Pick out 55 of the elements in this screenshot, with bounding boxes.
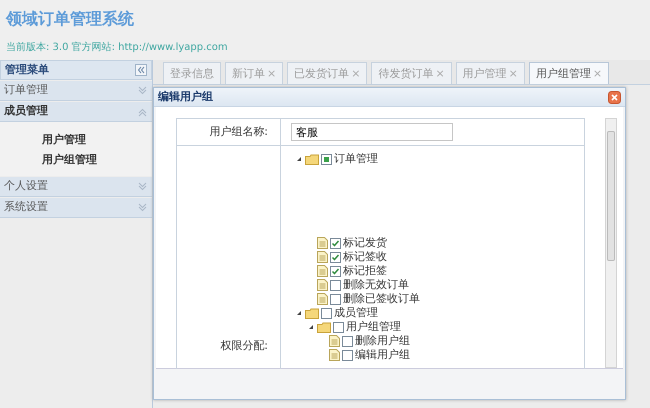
tree-label[interactable]: 标记发货 — [343, 234, 387, 252]
tab[interactable]: 用户组管理 × — [528, 62, 610, 84]
tree-label[interactable]: 删除用户组 — [355, 332, 410, 350]
checkbox[interactable] — [342, 350, 353, 360]
checkbox[interactable] — [330, 294, 341, 304]
accordion-header[interactable]: 成员管理 — [0, 102, 152, 122]
chevron-up-icon — [137, 106, 148, 117]
checkbox[interactable] — [321, 308, 332, 318]
expand-arrow-icon[interactable] — [307, 323, 315, 331]
folder-icon — [305, 308, 319, 318]
close-icon[interactable] — [608, 90, 621, 104]
document-icon — [317, 293, 328, 305]
tree-label[interactable]: 成员管理 — [334, 304, 378, 322]
menu-item[interactable]: 用户组管理 — [42, 150, 97, 170]
tree-label[interactable]: 删除无效订单 — [343, 276, 409, 294]
expand-arrow-icon[interactable] — [295, 309, 303, 317]
document-icon — [317, 279, 328, 291]
checkbox[interactable] — [330, 280, 341, 290]
tree-label[interactable]: 删除已签收订单 — [343, 290, 420, 308]
checkbox[interactable] — [330, 252, 341, 262]
folder-icon — [305, 154, 319, 164]
checkbox[interactable] — [333, 322, 344, 332]
document-icon — [317, 251, 328, 263]
document-icon — [317, 265, 328, 277]
scroll-thumb[interactable] — [607, 131, 615, 261]
name-input[interactable]: 客服 — [291, 123, 453, 141]
chevron-down-icon — [137, 202, 148, 213]
checkbox[interactable] — [342, 336, 353, 346]
tree-label[interactable]: 标记签收 — [343, 248, 387, 266]
sidebar-title: 管理菜单 — [5, 62, 49, 78]
accordion-header[interactable]: 系统设置 — [0, 198, 152, 218]
accordion-header[interactable]: 个人设置 — [0, 177, 152, 197]
tree-label[interactable]: 编辑用户组 — [355, 346, 410, 364]
chevron-down-icon — [137, 181, 148, 192]
menu-item[interactable]: 用户管理 — [42, 130, 86, 150]
app-title: 领域订单管理系统 — [6, 8, 135, 30]
field-label: 用户组名称: — [209, 124, 268, 140]
tree-label[interactable]: 标记拒签 — [343, 262, 387, 280]
tree-label[interactable]: 用户组管理 — [346, 318, 401, 336]
document-icon — [329, 349, 340, 361]
field-label: 权限分配: — [220, 338, 268, 354]
document-icon — [329, 335, 340, 347]
accordion-header[interactable]: 订单管理 — [0, 81, 152, 101]
tree-label[interactable]: 订单管理 — [334, 150, 378, 168]
checkbox[interactable] — [321, 154, 332, 164]
folder-icon — [317, 322, 331, 332]
version-info: 当前版本: 3.0 官方网站: http://www.lyapp.com — [6, 42, 229, 54]
dialog-title: 编辑用户组 — [158, 88, 213, 105]
checkbox[interactable] — [330, 238, 341, 248]
collapse-icon[interactable] — [135, 64, 147, 76]
chevron-down-icon — [137, 85, 148, 96]
expand-arrow-icon[interactable] — [295, 155, 303, 163]
checkbox[interactable] — [330, 266, 341, 276]
scrollbar[interactable] — [605, 118, 617, 368]
document-icon — [317, 237, 328, 249]
